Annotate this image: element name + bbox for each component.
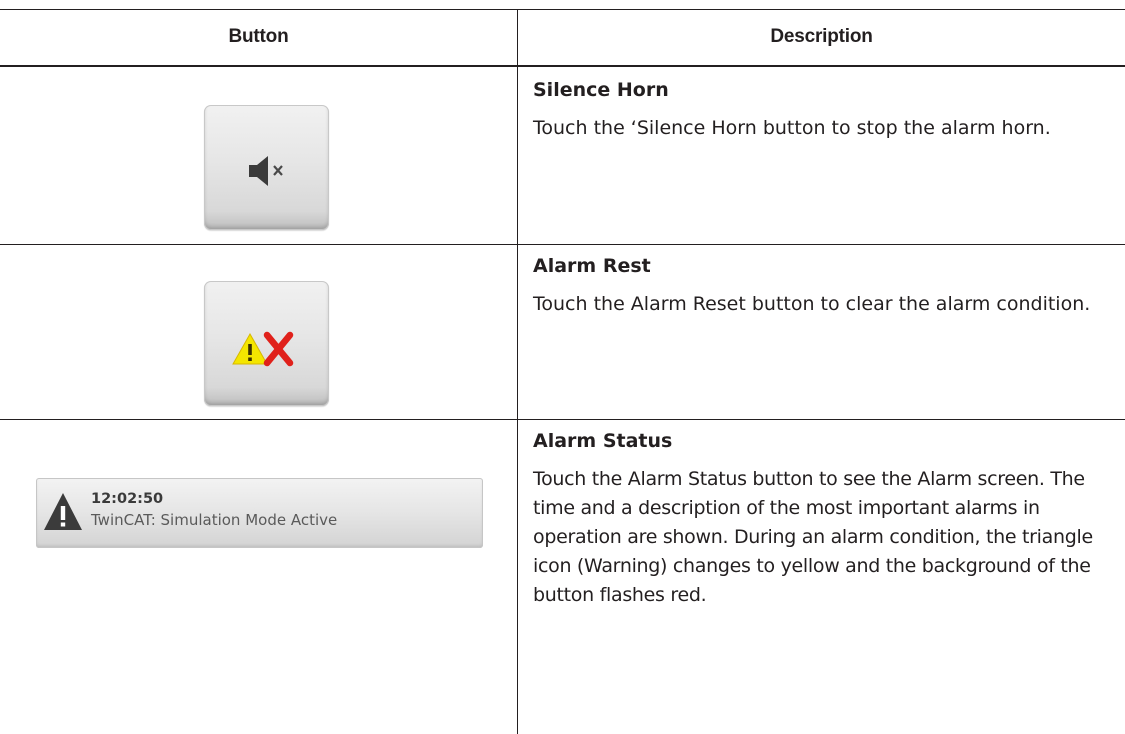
column-separator bbox=[517, 9, 518, 734]
row-rule-1 bbox=[0, 244, 1125, 245]
alarm-reset-title: Alarm Rest bbox=[533, 255, 651, 277]
header-button: Button bbox=[228, 26, 289, 47]
alarm-reset-button[interactable] bbox=[204, 281, 329, 406]
alarm-status-title: Alarm Status bbox=[533, 430, 673, 452]
silence-horn-button[interactable] bbox=[204, 105, 329, 230]
silence-horn-description: Silence Horn Touch the ‘Silence Horn but… bbox=[533, 79, 1113, 143]
header-description: Description bbox=[770, 26, 873, 47]
header-rule bbox=[0, 65, 1125, 67]
alarm-reset-description: Alarm Rest Touch the Alarm Reset button … bbox=[533, 255, 1113, 319]
alarm-status-description: Alarm Status Touch the Alarm Status butt… bbox=[533, 430, 1113, 610]
alarm-status-body: Touch the Alarm Status button to see the… bbox=[533, 468, 1093, 606]
warning-triangle-with-x-icon bbox=[232, 331, 294, 367]
alarm-status-message: TwinCAT: Simulation Mode Active bbox=[91, 511, 338, 529]
silence-horn-title: Silence Horn bbox=[533, 79, 669, 101]
alarm-status-button[interactable]: 12:02:50 TwinCAT: Simulation Mode Active bbox=[36, 478, 483, 548]
alarm-reset-body: Touch the Alarm Reset button to clear th… bbox=[533, 293, 1091, 315]
speaker-muted-icon bbox=[249, 156, 283, 186]
row-rule-2 bbox=[0, 419, 1125, 420]
alarm-status-time: 12:02:50 bbox=[91, 491, 164, 507]
warning-triangle-icon bbox=[44, 493, 82, 530]
silence-horn-body: Touch the ‘Silence Horn button to stop t… bbox=[533, 117, 1051, 139]
